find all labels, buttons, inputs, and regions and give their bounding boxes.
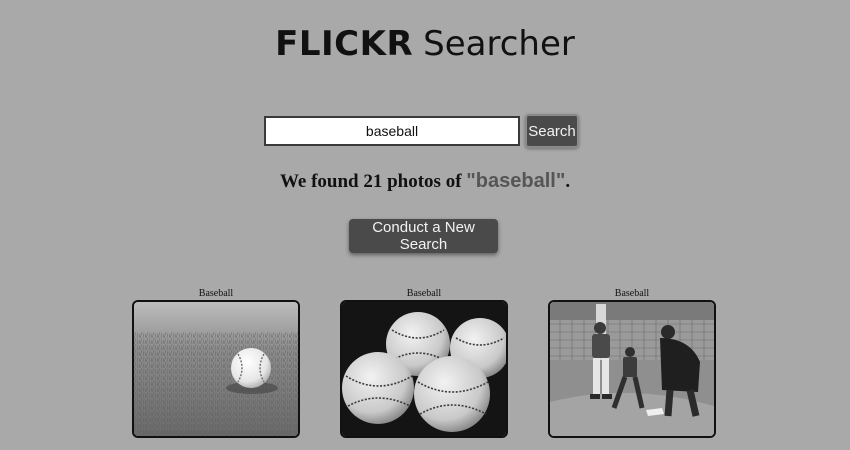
page-title: FLICKR Searcher <box>0 24 850 64</box>
baseball-on-grass-image <box>134 302 298 436</box>
search-input[interactable] <box>264 116 520 146</box>
brand-name: FLICKR <box>275 24 414 64</box>
four-baseballs-image <box>342 302 506 436</box>
photo-caption: Baseball <box>406 288 442 299</box>
photo-caption: Baseball <box>614 288 650 299</box>
photo-thumbnail[interactable] <box>340 300 508 438</box>
result-prefix: We found 21 photos of <box>279 171 467 192</box>
photo-thumbnail[interactable] <box>132 300 300 438</box>
search-button[interactable]: Search <box>525 114 579 148</box>
photo-caption: Baseball <box>198 288 234 299</box>
photo-card[interactable]: Baseball <box>132 288 300 438</box>
photo-card[interactable]: Baseball <box>340 288 508 438</box>
search-bar: Search <box>264 114 579 148</box>
result-term: "baseball" <box>466 170 566 192</box>
result-summary: We found 21 photos of "baseball". <box>0 170 850 193</box>
photo-thumbnail[interactable] <box>548 300 716 438</box>
title-text: Searcher <box>423 24 575 64</box>
photo-card[interactable]: Baseball <box>548 288 716 438</box>
youth-baseball-players-image <box>550 302 714 436</box>
new-search-button[interactable]: Conduct a New Search <box>349 219 498 253</box>
result-suffix: . <box>565 171 571 192</box>
